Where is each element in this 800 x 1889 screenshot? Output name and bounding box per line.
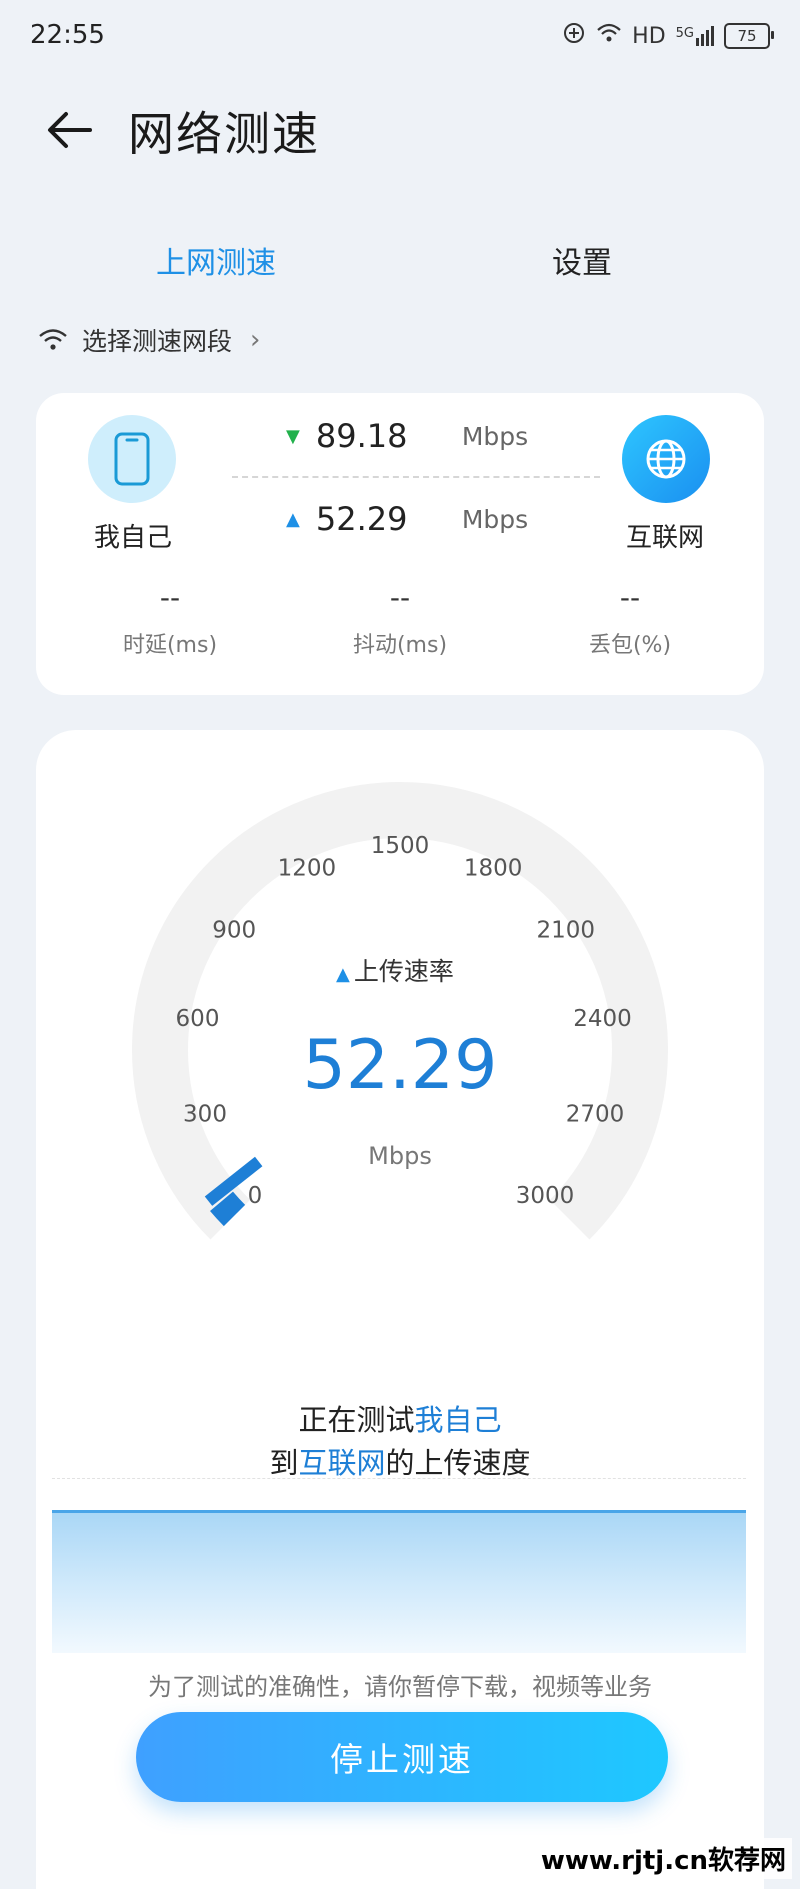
tab-settings[interactable]: 设置: [552, 238, 612, 282]
jitter-value: --: [389, 581, 411, 614]
status-icons: HD 5G 75: [562, 20, 774, 52]
download-unit: Mbps: [461, 421, 529, 451]
upload-unit: Mbps: [461, 504, 529, 534]
download-rate: ▼ 89.18 Mbps: [286, 417, 536, 455]
network-type-label: HD: [632, 23, 666, 49]
packet-loss-metric: -- 丢包(%): [540, 581, 720, 659]
arrow-left-icon: [48, 112, 92, 148]
gauge-tick-label: 1200: [278, 855, 337, 881]
download-value: 89.18: [315, 417, 408, 455]
accuracy-tip: 为了测试的准确性，请你暂停下载，视频等业务: [148, 1673, 652, 1701]
globe-icon: [622, 415, 710, 503]
gauge-caption: ▲ 上传速率: [336, 952, 454, 988]
alarm-icon: [562, 21, 586, 51]
gauge-tick-label: 3000: [516, 1183, 575, 1209]
segment-selector[interactable]: 选择测速网段 ›: [38, 322, 260, 358]
summary-card: 我自己 ▼ 89.18 Mbps ▲ 52.29 Mbps 互联网 -- 时延(…: [36, 393, 764, 695]
gauge-tick-label: 2700: [566, 1101, 625, 1127]
tab-speed-test[interactable]: 上网测速: [156, 238, 276, 282]
wifi-status-icon: [596, 22, 622, 50]
back-button[interactable]: [38, 98, 102, 162]
packet-loss-value: --: [619, 581, 641, 614]
signal-icon: 5G: [676, 26, 714, 46]
latency-label: 时延(ms): [122, 633, 218, 658]
speed-wave-chart: [52, 1510, 746, 1653]
signal-type-label: 5G: [675, 26, 694, 41]
gauge-value: 52.29: [302, 1026, 498, 1105]
testing-target: 互联网: [298, 1446, 386, 1480]
status-time: 22:55: [30, 20, 105, 50]
gauge-tick-label: 0: [248, 1183, 263, 1209]
gauge-tick-label: 900: [212, 918, 256, 944]
gauge-caption-text: 上传速率: [353, 957, 454, 986]
wave-guide-line: [52, 1478, 746, 1479]
page-title: 网络测速: [128, 107, 320, 161]
upload-arrow-icon: ▲: [286, 508, 300, 530]
speed-gauge: 03006009001200150018002100240027003000: [132, 781, 668, 1240]
download-arrow-icon: ▼: [286, 425, 300, 447]
testing-status-line2: 到互联网的上传速度: [36, 1440, 764, 1482]
testing-to: 到: [269, 1446, 299, 1480]
jitter-metric: -- 抖动(ms): [310, 581, 490, 659]
rate-divider: [232, 476, 600, 478]
latency-metric: -- 时延(ms): [80, 581, 260, 659]
gauge-tick-label: 1800: [464, 855, 523, 881]
phone-icon: [88, 415, 176, 503]
testing-suffix: 的上传速度: [385, 1446, 531, 1480]
internet-label: 互联网: [626, 523, 705, 553]
gauge-tick-label: 1500: [371, 833, 430, 859]
upload-rate: ▲ 52.29 Mbps: [286, 500, 536, 538]
battery-level: 75: [737, 27, 757, 45]
gauge-tick-label: 2100: [537, 918, 596, 944]
upload-value: 52.29: [315, 500, 408, 538]
speed-test-card: 0 300 600 900 1200 1500 1800 2100 2400 2700 3000 ▲…: [36, 730, 764, 1889]
watermark: www.rjtj.cn软荐网: [534, 1838, 792, 1879]
battery-icon: 75: [724, 23, 774, 49]
latency-value: --: [159, 581, 181, 614]
upload-arrow-icon: ▲: [336, 964, 350, 985]
testing-status-line1: 正在测试我自己: [36, 1397, 764, 1439]
gauge-unit: Mbps: [368, 1142, 432, 1170]
testing-prefix: 正在测试: [298, 1403, 415, 1437]
segment-label: 选择测速网段: [82, 327, 233, 356]
chevron-right-icon: ›: [250, 325, 261, 355]
wifi-icon: [39, 329, 67, 350]
packet-loss-label: 丢包(%): [588, 633, 672, 658]
jitter-label: 抖动(ms): [352, 633, 448, 658]
gauge-tick-label: 300: [183, 1101, 227, 1127]
self-label: 我自己: [94, 523, 173, 553]
stop-test-button[interactable]: 停止测速: [136, 1712, 668, 1802]
testing-source: 我自己: [414, 1403, 502, 1437]
gauge-progress: [210, 1191, 246, 1227]
